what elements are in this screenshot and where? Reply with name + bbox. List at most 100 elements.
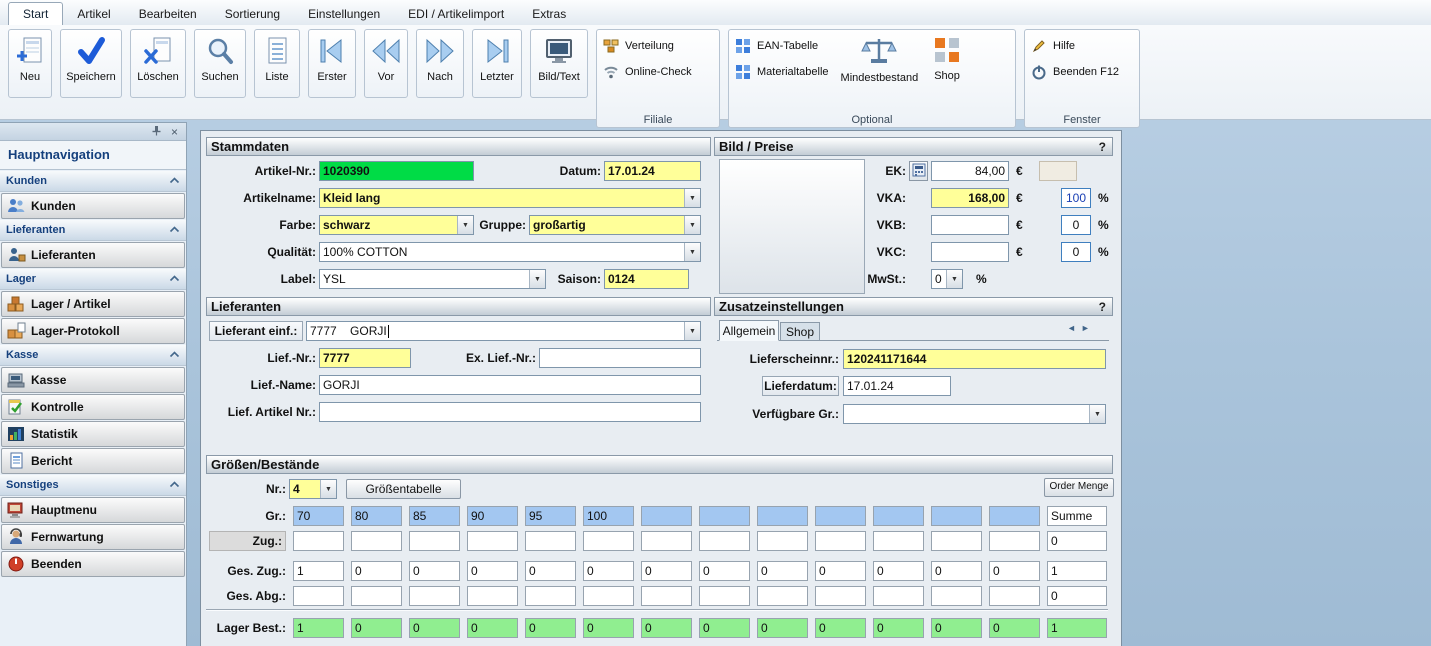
size-cell[interactable]: 0 xyxy=(699,561,750,581)
size-cell[interactable]: 0 xyxy=(351,618,402,638)
lief-artikel-nr-field[interactable] xyxy=(319,402,701,422)
vkc-percent-field[interactable]: 0 xyxy=(1061,242,1091,262)
sidebar-item-hauptmenu[interactable]: Hauptmenu xyxy=(1,497,185,523)
size-cell[interactable] xyxy=(989,531,1040,551)
size-cell[interactable] xyxy=(525,531,576,551)
dropdown-arrow-icon[interactable]: ▼ xyxy=(684,189,700,207)
size-cell[interactable]: 0 xyxy=(931,618,982,638)
size-cell[interactable] xyxy=(351,586,402,606)
size-cell[interactable] xyxy=(525,586,576,606)
help-button[interactable]: ? xyxy=(1099,300,1106,314)
sidebar-item-bericht[interactable]: Bericht xyxy=(1,448,185,474)
size-cell[interactable]: 0 xyxy=(757,618,808,638)
size-cell[interactable] xyxy=(873,531,924,551)
size-cell[interactable] xyxy=(409,531,460,551)
size-cell[interactable]: 0 xyxy=(873,561,924,581)
size-cell[interactable]: 0 xyxy=(641,618,692,638)
dropdown-arrow-icon[interactable]: ▼ xyxy=(1089,405,1105,423)
size-cell[interactable]: 95 xyxy=(525,506,576,526)
size-cell[interactable]: 0 xyxy=(641,561,692,581)
qualitaet-field[interactable]: 100% COTTON ▼ xyxy=(319,242,701,262)
size-cell[interactable]: 1 xyxy=(293,618,344,638)
erster-button[interactable]: Erster xyxy=(308,29,356,98)
size-cell[interactable] xyxy=(931,531,982,551)
online-check-button[interactable]: Online-Check xyxy=(602,59,714,85)
mwst-field[interactable]: 0 ▼ xyxy=(931,269,963,289)
nach-button[interactable]: Nach xyxy=(416,29,464,98)
groessen-nr-field[interactable]: 4 ▼ xyxy=(289,479,337,499)
verfuegbare-gr-field[interactable]: ▼ xyxy=(843,404,1106,424)
hilfe-button[interactable]: Hilfe xyxy=(1030,33,1134,59)
vor-button[interactable]: Vor xyxy=(364,29,408,98)
calculator-button[interactable] xyxy=(909,161,928,181)
size-cell[interactable] xyxy=(815,506,866,526)
sidebar-item-lager-artikel[interactable]: Lager / Artikel xyxy=(1,291,185,317)
lieferant-einf-field[interactable]: 7777 GORJI ▼ xyxy=(306,321,701,341)
liste-button[interactable]: Liste xyxy=(254,29,300,98)
lieferdatum-label[interactable]: Lieferdatum: xyxy=(762,376,839,396)
size-cell[interactable] xyxy=(931,506,982,526)
letzter-button[interactable]: Letzter xyxy=(472,29,522,98)
size-cell[interactable]: 0 xyxy=(757,561,808,581)
pin-icon[interactable] xyxy=(151,125,162,139)
size-cell[interactable]: 0 xyxy=(525,618,576,638)
sidebar-header-lieferanten[interactable]: Lieferanten xyxy=(0,220,186,241)
sidebar-item-lieferanten[interactable]: Lieferanten xyxy=(1,242,185,268)
ean-tabelle-button[interactable]: EAN-Tabelle xyxy=(734,33,829,59)
size-cell[interactable] xyxy=(815,531,866,551)
size-cell[interactable]: 0 xyxy=(467,561,518,581)
size-cell[interactable] xyxy=(757,506,808,526)
size-cell[interactable]: 0 xyxy=(583,561,634,581)
size-cell[interactable]: 0 xyxy=(583,618,634,638)
size-cell[interactable]: 0 xyxy=(351,561,402,581)
menu-item-start[interactable]: Start xyxy=(8,2,64,25)
size-cell[interactable]: 85 xyxy=(409,506,460,526)
gruppe-field[interactable]: großartig ▼ xyxy=(529,215,701,235)
size-cell[interactable] xyxy=(873,586,924,606)
beenden-f12-button[interactable]: Beenden F12 xyxy=(1030,59,1134,85)
vkb-percent-field[interactable]: 0 xyxy=(1061,215,1091,235)
size-cell[interactable]: 0 xyxy=(815,618,866,638)
size-cell[interactable]: 0 xyxy=(525,561,576,581)
size-cell[interactable]: 0 xyxy=(873,618,924,638)
size-cell[interactable] xyxy=(757,586,808,606)
size-cell[interactable]: 0 xyxy=(409,561,460,581)
label-field[interactable]: YSL ▼ xyxy=(319,269,546,289)
lieferant-einf-label[interactable]: Lieferant einf.: xyxy=(209,321,303,341)
size-cell[interactable] xyxy=(699,506,750,526)
size-cell[interactable] xyxy=(989,506,1040,526)
menu-item-extras[interactable]: Extras xyxy=(518,3,580,25)
ek-field[interactable]: 84,00 xyxy=(931,161,1009,181)
bild-text-button[interactable]: Bild/Text xyxy=(530,29,588,98)
vkc-field[interactable] xyxy=(931,242,1009,262)
artikel-nr-field[interactable]: 1020390 xyxy=(319,161,474,181)
suchen-button[interactable]: Suchen xyxy=(194,29,246,98)
dropdown-arrow-icon[interactable]: ▼ xyxy=(320,480,336,498)
sidebar-item-kunden[interactable]: Kunden xyxy=(1,193,185,219)
size-cell[interactable]: 80 xyxy=(351,506,402,526)
size-cell[interactable] xyxy=(815,586,866,606)
vka-percent-field[interactable]: 100 xyxy=(1061,188,1091,208)
size-cell[interactable] xyxy=(641,586,692,606)
sidebar-header-kunden[interactable]: Kunden xyxy=(0,171,186,192)
size-cell[interactable] xyxy=(989,586,1040,606)
size-cell[interactable]: 1 xyxy=(293,561,344,581)
size-cell[interactable]: 0 xyxy=(815,561,866,581)
size-cell[interactable]: 100 xyxy=(583,506,634,526)
size-cell[interactable] xyxy=(467,586,518,606)
saison-field[interactable]: 0124 xyxy=(604,269,689,289)
vkb-field[interactable] xyxy=(931,215,1009,235)
tab-scroll-arrows[interactable]: ◄► xyxy=(1067,323,1095,333)
tab-allgemein[interactable]: Allgemein xyxy=(719,320,779,341)
ex-lief-nr-field[interactable] xyxy=(539,348,701,368)
help-button[interactable]: ? xyxy=(1099,140,1106,154)
size-cell[interactable] xyxy=(931,586,982,606)
sidebar-item-kontrolle[interactable]: Kontrolle xyxy=(1,394,185,420)
menu-item-artikel[interactable]: Artikel xyxy=(63,3,124,25)
sidebar-item-lager-protokoll[interactable]: Lager-Protokoll xyxy=(1,318,185,344)
size-cell[interactable] xyxy=(699,586,750,606)
size-cell[interactable] xyxy=(873,506,924,526)
verteilung-button[interactable]: Verteilung xyxy=(602,33,714,59)
dropdown-arrow-icon[interactable]: ▼ xyxy=(684,322,700,340)
size-cell[interactable]: 90 xyxy=(467,506,518,526)
